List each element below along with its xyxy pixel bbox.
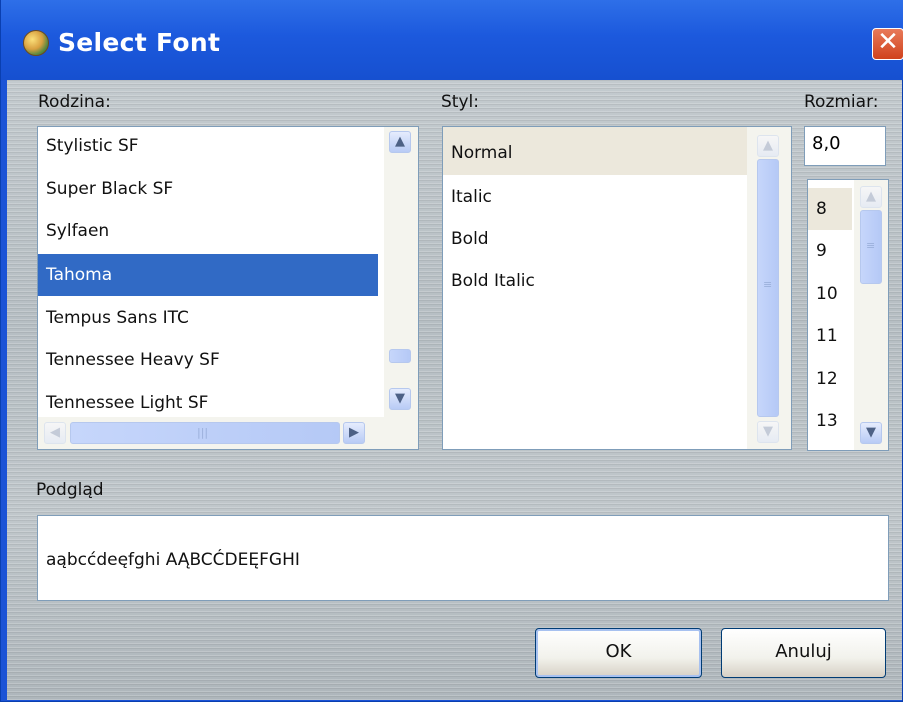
scroll-thumb[interactable]: ≡ [860,210,882,284]
scroll-thumb-horizontal[interactable]: ||| [70,422,340,444]
style-vscrollbar[interactable]: ▲ ≡ ▼ [747,127,791,449]
window-title: Select Font [58,28,221,57]
scroll-thumb[interactable] [389,349,411,363]
grip-icon: ||| [197,426,209,439]
cancel-button[interactable]: Anuluj [721,628,886,678]
close-icon: ✕ [877,27,899,57]
scroll-left-icon[interactable]: ◀ [44,422,66,444]
list-item[interactable]: 13 [808,398,852,440]
dialog-body: Rodzina: Styl: Rozmiar: Stylistic SF Sup… [7,80,902,700]
scroll-thumb[interactable]: ≡ [757,159,779,417]
list-item-selected[interactable]: Tahoma [38,254,378,296]
family-label: Rodzina: [38,92,111,112]
list-item[interactable]: 11 [808,314,852,356]
preview-sample: aąbcćdeęfghi AĄBCĆDEĘFGHI [46,550,300,570]
preview-box: aąbcćdeęfghi AĄBCĆDEĘFGHI [37,515,889,601]
family-hscrollbar[interactable]: ◀ ||| ▶ [38,417,418,449]
close-button[interactable]: ✕ [872,27,903,60]
list-item-selected[interactable]: 8 [808,188,852,230]
list-item[interactable]: Super Black SF [38,169,384,211]
list-item[interactable]: Bold Italic [443,259,747,301]
list-item[interactable]: 12 [808,356,852,398]
style-listbox[interactable]: Normal Italic Bold Bold Italic ▲ ≡ ▼ [442,126,792,450]
scroll-down-icon[interactable]: ▼ [389,388,411,410]
list-item[interactable]: 9 [808,230,852,272]
list-item[interactable]: Tennessee Heavy SF [38,338,384,380]
app-icon [23,30,49,56]
list-item-selected[interactable]: Normal [443,127,747,175]
ok-button[interactable]: OK [535,628,702,678]
style-label: Styl: [441,92,479,112]
preview-label: Podgląd [36,480,104,500]
scroll-up-icon: ▲ [860,186,882,208]
grip-icon: ≡ [763,278,773,291]
size-label: Rozmiar: [804,92,879,112]
list-item[interactable]: Stylistic SF [38,127,384,169]
list-item[interactable]: Italic [443,175,747,217]
family-vscrollbar[interactable]: ▲ ▼ [384,127,418,417]
size-vscrollbar[interactable]: ▲ ≡ ▼ [854,180,888,450]
scroll-down-icon: ▼ [757,421,779,443]
scroll-up-icon: ▲ [757,135,779,157]
family-listbox[interactable]: Stylistic SF Super Black SF Sylfaen Taho… [37,126,419,450]
scroll-right-icon[interactable]: ▶ [343,422,365,444]
list-item[interactable]: Tempus Sans ITC [38,296,384,338]
size-input[interactable]: 8,0 [804,126,886,166]
scroll-up-icon[interactable]: ▲ [389,131,411,153]
list-item[interactable]: Tennessee Light SF [38,380,384,422]
list-item[interactable]: Sylfaen [38,211,384,253]
font-dialog: Select Font ✕ Rodzina: Styl: Rozmiar: St… [0,0,903,702]
size-listbox[interactable]: 8 9 10 11 12 13 ▲ ≡ ▼ [807,179,889,451]
grip-icon: ≡ [866,239,876,252]
list-item[interactable]: Bold [443,217,747,259]
scroll-down-icon[interactable]: ▼ [860,422,882,444]
list-item[interactable]: 10 [808,272,852,314]
title-bar[interactable]: Select Font ✕ [1,0,903,80]
